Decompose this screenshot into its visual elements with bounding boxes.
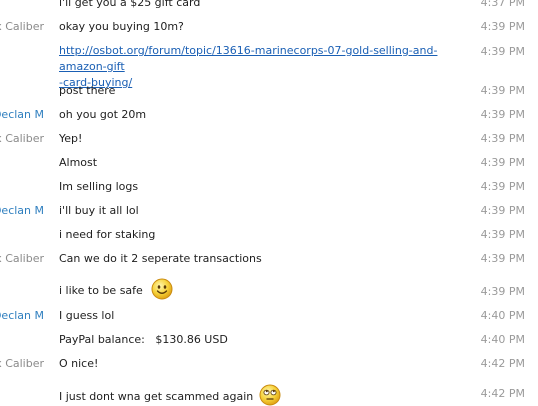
forum-link-line1: http://osbot.org/forum/topic/13616-marin… <box>59 44 438 73</box>
message-time: 4:42 PM <box>480 387 525 400</box>
message-text: Yep! <box>59 132 83 145</box>
chat-history: i'll get you a $25 gift card 4:37 PM x C… <box>0 0 538 406</box>
chat-message-row: i like to be safe 4:39 PM <box>0 276 538 302</box>
smile-emoticon-icon <box>151 278 173 303</box>
message-time: 4:39 PM <box>480 20 525 33</box>
chat-message-row: x Caliber O nice! 4:42 PM <box>0 357 538 373</box>
message-time: 4:39 PM <box>480 180 525 193</box>
chat-message-row: PayPal balance: $130.86 USD 4:40 PM <box>0 333 538 349</box>
message-time: 4:40 PM <box>480 309 525 322</box>
chat-message-row: Im selling logs 4:39 PM <box>0 180 538 196</box>
sender-name[interactable]: x Caliber <box>0 132 44 145</box>
message-text: O nice! <box>59 357 99 370</box>
message-text: i'll get you a $25 gift card <box>59 0 201 9</box>
message-text: i need for staking <box>59 228 156 241</box>
message-text-container: I just dont wna get scammed again <box>59 384 459 406</box>
chat-message-row: Declan M i'll buy it all lol 4:39 PM <box>0 204 538 220</box>
chat-message-row: i need for staking 4:39 PM <box>0 228 538 244</box>
chat-message-row: Declan M I guess lol 4:40 PM <box>0 309 538 325</box>
chat-message-row: x Caliber Can we do it 2 seperate transa… <box>0 252 538 268</box>
chat-message-row: i'll get you a $25 gift card 4:37 PM <box>0 0 538 12</box>
message-text: Can we do it 2 seperate transactions <box>59 252 262 265</box>
message-text-container: i like to be safe <box>59 278 459 303</box>
message-time: 4:39 PM <box>480 252 525 265</box>
message-time: 4:39 PM <box>480 156 525 169</box>
chat-message-row: x Caliber Yep! 4:39 PM <box>0 132 538 148</box>
message-text: oh you got 20m <box>59 108 147 121</box>
message-text: I guess lol <box>59 309 115 322</box>
chat-message-row: Declan M oh you got 20m 4:39 PM <box>0 108 538 124</box>
message-time: 4:37 PM <box>480 0 525 9</box>
message-text: PayPal balance: $130.86 USD <box>59 333 228 346</box>
message-text: Im selling logs <box>59 180 139 193</box>
sender-name[interactable]: x Caliber <box>0 357 44 370</box>
message-time: 4:39 PM <box>480 285 525 298</box>
chat-message-row: x Caliber okay you buying 10m? 4:39 PM <box>0 20 538 36</box>
message-text: okay you buying 10m? <box>59 20 184 33</box>
sender-name[interactable]: x Caliber <box>0 252 44 265</box>
message-text: post there <box>59 84 116 97</box>
message-time: 4:42 PM <box>480 357 525 370</box>
message-time: 4:39 PM <box>480 84 525 97</box>
message-text: I just dont wna get scammed again <box>59 390 254 403</box>
sender-name[interactable]: x Caliber <box>0 20 44 33</box>
message-text: i'll buy it all lol <box>59 204 139 217</box>
chat-message-row: http://osbot.org/forum/topic/13616-marin… <box>0 43 538 89</box>
eye-roll-emoticon-icon <box>259 384 281 406</box>
forum-link[interactable]: http://osbot.org/forum/topic/13616-marin… <box>59 44 437 89</box>
message-time: 4:39 PM <box>480 132 525 145</box>
chat-message-row: I just dont wna get scammed again 4:42 P… <box>0 380 538 406</box>
chat-message-row: post there 4:39 PM <box>0 84 538 100</box>
message-time: 4:39 PM <box>480 45 525 58</box>
message-time: 4:40 PM <box>480 333 525 346</box>
message-time: 4:39 PM <box>480 204 525 217</box>
sender-name[interactable]: Declan M <box>0 204 44 217</box>
message-text: i like to be safe <box>59 284 143 297</box>
sender-name[interactable]: Declan M <box>0 309 44 322</box>
message-time: 4:39 PM <box>480 108 525 121</box>
message-time: 4:39 PM <box>480 228 525 241</box>
sender-name[interactable]: Declan M <box>0 108 44 121</box>
message-text: Almost <box>59 156 98 169</box>
chat-message-row: Almost 4:39 PM <box>0 156 538 172</box>
